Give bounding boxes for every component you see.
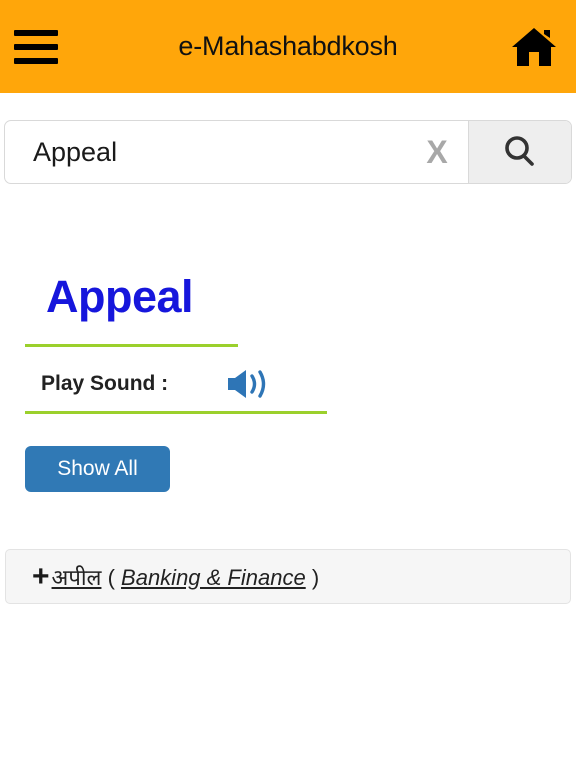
hamburger-bar (14, 29, 58, 36)
close-paren: ) (311, 564, 320, 590)
open-paren: ( (107, 564, 115, 590)
result-category[interactable]: Banking & Finance (121, 565, 306, 590)
search-bar[interactable]: X (4, 120, 572, 184)
search-submit-button[interactable] (468, 121, 571, 183)
hamburger-bar (14, 57, 58, 64)
app-header: e-Mahashabdkosh (0, 0, 576, 93)
play-sound-label: Play Sound : (41, 372, 169, 395)
clear-search-icon[interactable]: X (406, 121, 468, 183)
list-item[interactable]: + अपील ( Banking & Finance ) (5, 549, 571, 604)
hamburger-bar (14, 43, 58, 50)
plus-icon[interactable]: + (32, 561, 50, 592)
divider-top (25, 344, 238, 347)
search-magnifier-icon (505, 136, 534, 166)
search-input[interactable] (5, 121, 406, 183)
home-icon[interactable] (510, 25, 558, 69)
hamburger-menu-icon[interactable] (14, 29, 58, 64)
result-term[interactable]: अपील (52, 565, 102, 590)
result-word-heading: Appeal (46, 271, 194, 322)
result-entry-text: अपील ( Banking & Finance ) (52, 562, 320, 592)
play-sound-row: Play Sound : (41, 367, 270, 401)
speaker-volume-icon[interactable] (226, 367, 270, 401)
show-all-button[interactable]: Show All (25, 446, 170, 492)
divider-bottom (25, 411, 327, 414)
page-title: e-Mahashabdkosh (178, 31, 398, 61)
